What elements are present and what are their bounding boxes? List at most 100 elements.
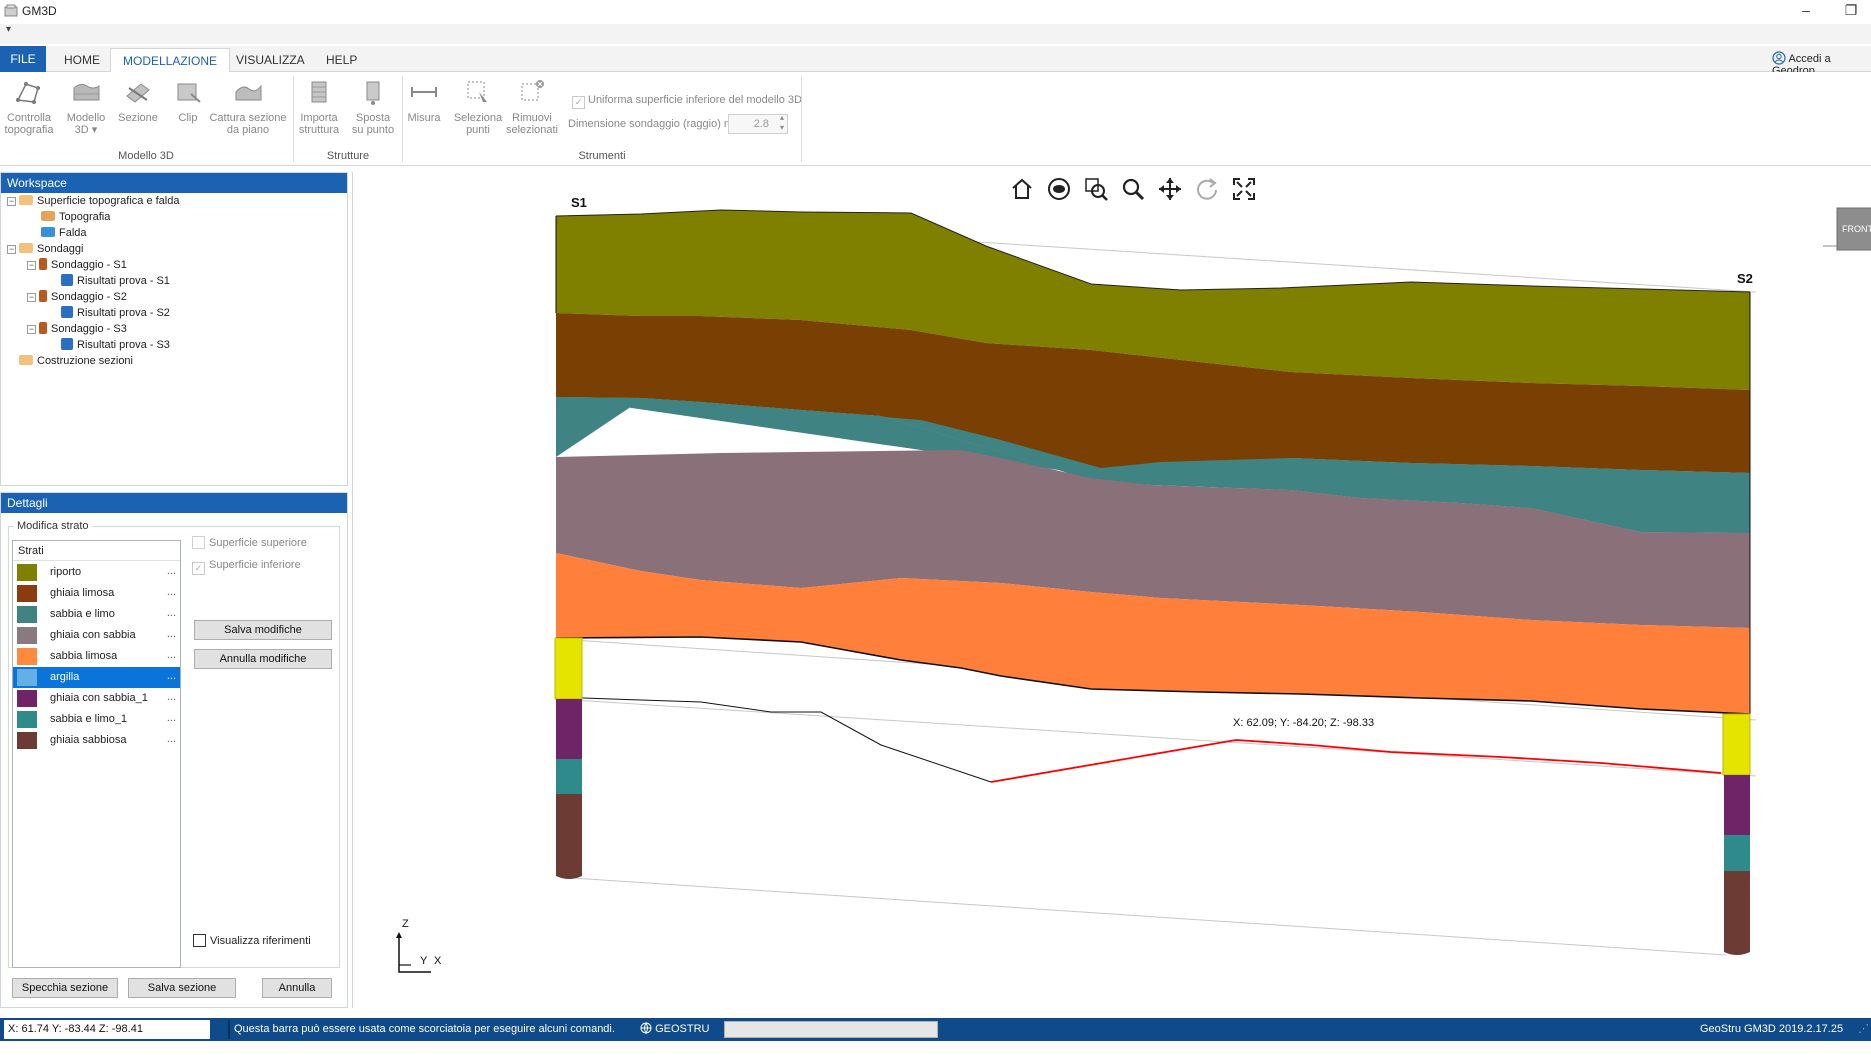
strato-more-button[interactable]: ... xyxy=(167,624,176,645)
strato-row[interactable]: sabbia e limo... xyxy=(13,604,180,625)
strato-row[interactable]: ghiaia sabbiosa... xyxy=(13,730,180,751)
sposta-su-punto-button[interactable]: Sposta su punto xyxy=(348,78,398,136)
tree-item-falda[interactable]: Falda xyxy=(41,225,87,241)
sup-superiore-row[interactable]: Superficie superiore xyxy=(192,536,307,549)
tree-item-sondaggio-s2[interactable]: − Sondaggio - S2 xyxy=(27,289,127,305)
collapse-icon[interactable]: − xyxy=(27,293,36,302)
seleziona-punti-button[interactable]: Seleziona punti xyxy=(452,78,504,136)
strato-color-swatch[interactable] xyxy=(17,669,37,686)
collapse-icon[interactable]: − xyxy=(7,197,16,206)
strato-color-swatch[interactable] xyxy=(17,711,37,728)
spinner-icon[interactable]: ▴ ▾ xyxy=(780,113,784,133)
strato-color-swatch[interactable] xyxy=(17,564,37,581)
progress-bar xyxy=(724,1021,938,1038)
selected-surface-line[interactable] xyxy=(990,739,1722,783)
salva-sezione-button[interactable]: Salva sezione xyxy=(128,978,236,998)
strato-row[interactable]: ghiaia con sabbia... xyxy=(13,625,180,646)
borehole-s2-selected-segment[interactable] xyxy=(1722,713,1751,776)
restore-button[interactable]: ❐ xyxy=(1831,0,1871,22)
tree-item-risultati-s2[interactable]: Risultati prova - S2 xyxy=(61,305,170,321)
uniforma-checkbox-row[interactable]: ✓ Uniforma superficie inferiore del model… xyxy=(572,94,802,109)
strato-row[interactable]: riporto... xyxy=(13,562,180,583)
strato-row[interactable]: sabbia limosa... xyxy=(13,646,180,667)
view-cube[interactable]: FRONT xyxy=(1823,207,1871,251)
strato-color-swatch[interactable] xyxy=(17,606,37,623)
strato-more-button[interactable]: ... xyxy=(167,561,176,582)
stratigraphic-layers xyxy=(555,209,1751,783)
axis-x-label: X xyxy=(434,955,442,967)
strato-row[interactable]: ghiaia con sabbia_1... xyxy=(13,688,180,709)
axis-triad: Z Y X xyxy=(396,918,442,973)
sup-superiore-checkbox[interactable] xyxy=(192,536,205,549)
strato-color-swatch[interactable] xyxy=(17,627,37,644)
rotate-icon[interactable] xyxy=(1197,178,1217,200)
annulla-modifiche-button[interactable]: Annulla modifiche xyxy=(194,649,332,669)
uniforma-checkbox[interactable]: ✓ xyxy=(572,96,585,109)
tree-item-sondaggi[interactable]: − Sondaggi xyxy=(7,241,84,257)
command-bar[interactable]: Questa barra può essere usata come scorc… xyxy=(228,1020,634,1039)
strato-color-swatch[interactable] xyxy=(17,690,37,707)
tree-item-costruzione-sezioni[interactable]: Costruzione sezioni xyxy=(19,353,133,369)
sup-inferiore-row[interactable]: ✓ Superficie inferiore xyxy=(192,559,301,575)
home-view-icon[interactable] xyxy=(1012,178,1032,199)
controlla-topografia-button[interactable]: Controlla topografia xyxy=(2,78,56,136)
strato-more-button[interactable]: ... xyxy=(167,645,176,666)
tab-home[interactable]: HOME xyxy=(52,48,112,72)
tab-modellazione[interactable]: MODELLAZIONE xyxy=(110,48,231,74)
sezione-button[interactable]: Sezione xyxy=(116,78,160,124)
geostru-brand[interactable]: GEOSTRU xyxy=(640,1021,709,1038)
visualizza-riferimenti-checkbox[interactable] xyxy=(193,934,206,947)
strato-more-button[interactable]: ... xyxy=(167,708,176,729)
strato-color-swatch[interactable] xyxy=(17,585,37,602)
strato-more-button[interactable]: ... xyxy=(167,603,176,624)
importa-struttura-button[interactable]: Importa struttura xyxy=(296,78,342,136)
strato-more-button[interactable]: ... xyxy=(167,687,176,708)
sup-inferiore-checkbox[interactable]: ✓ xyxy=(192,562,205,575)
section-canvas[interactable]: FRONT S1 S2 X: 62.09; Y: -84.20; Z: -98.… xyxy=(353,172,1871,1008)
strato-color-swatch[interactable] xyxy=(17,732,37,749)
resize-grip-icon[interactable]: ⋰ xyxy=(1858,1021,1869,1038)
zoom-icon[interactable] xyxy=(1122,178,1145,201)
modello-3d-button[interactable]: Modello 3D ▾ xyxy=(62,78,110,136)
clip-button[interactable]: Clip xyxy=(168,78,208,124)
tab-visualizza[interactable]: VISUALIZZA xyxy=(224,48,317,72)
collapse-icon[interactable]: − xyxy=(27,261,36,270)
tree-item-superficie[interactable]: − Superficie topografica e falda xyxy=(7,193,179,209)
strato-more-button[interactable]: ... xyxy=(167,666,176,687)
strato-name: sabbia limosa xyxy=(50,650,118,662)
tree-item-sondaggio-s3[interactable]: − Sondaggio - S3 xyxy=(27,321,127,337)
results-icon xyxy=(61,274,73,286)
collapse-icon[interactable]: − xyxy=(27,325,36,334)
section-viewport[interactable]: FRONT S1 S2 X: 62.09; Y: -84.20; Z: -98.… xyxy=(352,172,1871,1008)
specchia-sezione-button[interactable]: Specchia sezione xyxy=(12,978,118,998)
qat-dropdown-icon[interactable]: ▾ xyxy=(6,24,11,35)
tree-item-topografia[interactable]: Topografia xyxy=(41,209,110,225)
strato-more-button[interactable]: ... xyxy=(167,582,176,603)
annulla-button[interactable]: Annulla xyxy=(262,978,332,998)
borehole-s1-selected-segment[interactable] xyxy=(554,637,583,700)
tree-item-risultati-s3[interactable]: Risultati prova - S3 xyxy=(61,337,170,353)
salva-modifiche-button[interactable]: Salva modifiche xyxy=(194,620,332,640)
strato-row[interactable]: ghiaia limosa... xyxy=(13,583,180,604)
tab-help[interactable]: HELP xyxy=(314,48,369,72)
tab-file[interactable]: FILE xyxy=(0,46,46,72)
folder-icon xyxy=(19,195,33,205)
visualizza-riferimenti-row[interactable]: Visualizza riferimenti xyxy=(193,934,311,947)
folder-icon xyxy=(19,355,33,365)
strato-row[interactable]: argilla... xyxy=(13,667,180,688)
orbit-icon[interactable] xyxy=(1048,178,1070,200)
tree-item-sondaggio-s1[interactable]: − Sondaggio - S1 xyxy=(27,257,127,273)
misura-button[interactable]: Misura xyxy=(404,78,444,124)
strato-color-swatch[interactable] xyxy=(17,648,37,665)
rimuovi-selezionati-button[interactable]: Rimuovi selezionati xyxy=(504,78,560,136)
tree-item-risultati-s1[interactable]: Risultati prova - S1 xyxy=(61,273,170,289)
strato-more-button[interactable]: ... xyxy=(167,729,176,750)
pan-icon[interactable] xyxy=(1159,178,1181,200)
collapse-icon[interactable]: − xyxy=(7,245,16,254)
minimize-button[interactable]: – xyxy=(1786,0,1826,22)
fit-extents-icon[interactable] xyxy=(1233,178,1255,200)
strato-row[interactable]: sabbia e limo_1... xyxy=(13,709,180,730)
dimensione-input[interactable]: 2.8 ▴ ▾ xyxy=(728,113,788,134)
cattura-sezione-button[interactable]: Cattura sezione da piano xyxy=(208,78,288,136)
zoom-window-icon[interactable] xyxy=(1085,178,1108,201)
